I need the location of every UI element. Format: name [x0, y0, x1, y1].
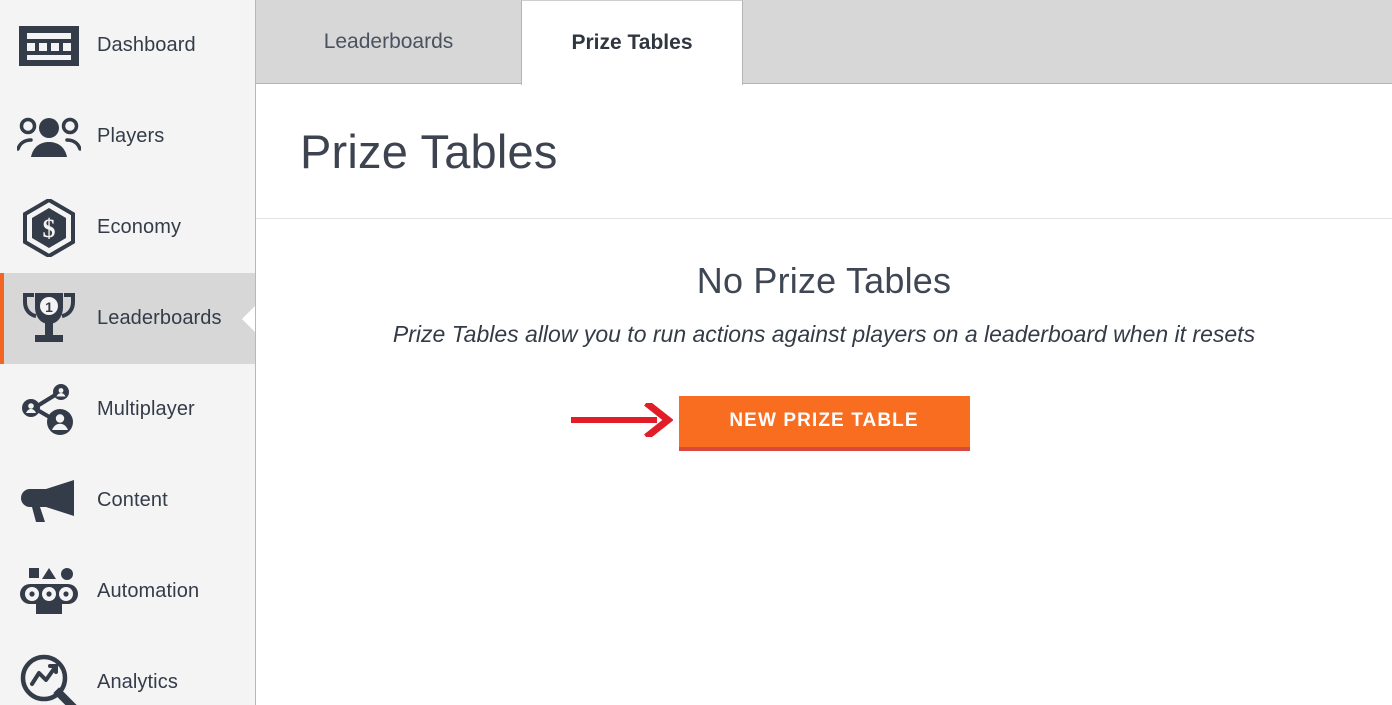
tab-label: Prize Tables: [571, 31, 693, 54]
empty-state-heading: No Prize Tables: [696, 260, 952, 301]
magnifier-chart-icon: [0, 654, 97, 705]
sidebar-item-automation[interactable]: Automation: [0, 546, 255, 637]
tab-leaderboards[interactable]: Leaderboards: [256, 0, 521, 84]
sidebar-item-dashboard[interactable]: Dashboard: [0, 0, 255, 91]
sidebar-item-label: Economy: [97, 216, 182, 238]
sidebar-item-label: Automation: [97, 580, 200, 602]
active-indicator-notch: [242, 304, 255, 333]
tab-prize-tables[interactable]: Prize Tables: [521, 0, 743, 85]
sidebar-item-label: Dashboard: [97, 34, 196, 56]
main-content: Leaderboards Prize Tables Prize Tables N…: [256, 0, 1392, 705]
multiplayer-icon: [0, 383, 97, 436]
dashboard-icon: [0, 25, 97, 67]
trophy-icon: 1: [0, 291, 97, 347]
sidebar-item-multiplayer[interactable]: Multiplayer: [0, 364, 255, 455]
sidebar-item-label: Leaderboards: [97, 307, 222, 329]
megaphone-icon: [0, 478, 97, 524]
svg-text:1: 1: [45, 299, 53, 315]
players-icon: [0, 117, 97, 157]
sidebar-item-label: Content: [97, 489, 168, 511]
sidebar-item-players[interactable]: Players: [0, 91, 255, 182]
sidebar-item-analytics[interactable]: Analytics: [0, 637, 255, 705]
new-prize-table-button[interactable]: NEW PRIZE TABLE: [678, 395, 970, 451]
sidebar: Dashboard Players $ Economy 1 Leaderboar…: [0, 0, 256, 705]
sidebar-item-leaderboards[interactable]: 1 Leaderboards: [0, 273, 255, 364]
sidebar-item-label: Multiplayer: [97, 398, 195, 420]
empty-state-description: Prize Tables allow you to run actions ag…: [392, 321, 1256, 347]
cta-row: NEW PRIZE TABLE: [256, 393, 1392, 453]
sidebar-item-content[interactable]: Content: [0, 455, 255, 546]
app-root: Dashboard Players $ Economy 1 Leaderboar…: [0, 0, 1392, 705]
economy-icon: $: [0, 198, 97, 257]
sidebar-item-label: Players: [97, 125, 165, 147]
sidebar-item-label: Analytics: [97, 671, 178, 693]
page-title: Prize Tables: [300, 124, 558, 178]
svg-text:$: $: [42, 214, 55, 243]
red-arrow-annotation-icon: [569, 400, 674, 442]
tab-bar: Leaderboards Prize Tables: [256, 0, 1392, 85]
sidebar-item-economy[interactable]: $ Economy: [0, 182, 255, 273]
tab-label: Leaderboards: [323, 30, 454, 53]
page-header: Prize Tables: [256, 84, 1392, 219]
conveyor-icon: [0, 566, 97, 618]
empty-state: No Prize Tables Prize Tables allow you t…: [256, 219, 1392, 453]
